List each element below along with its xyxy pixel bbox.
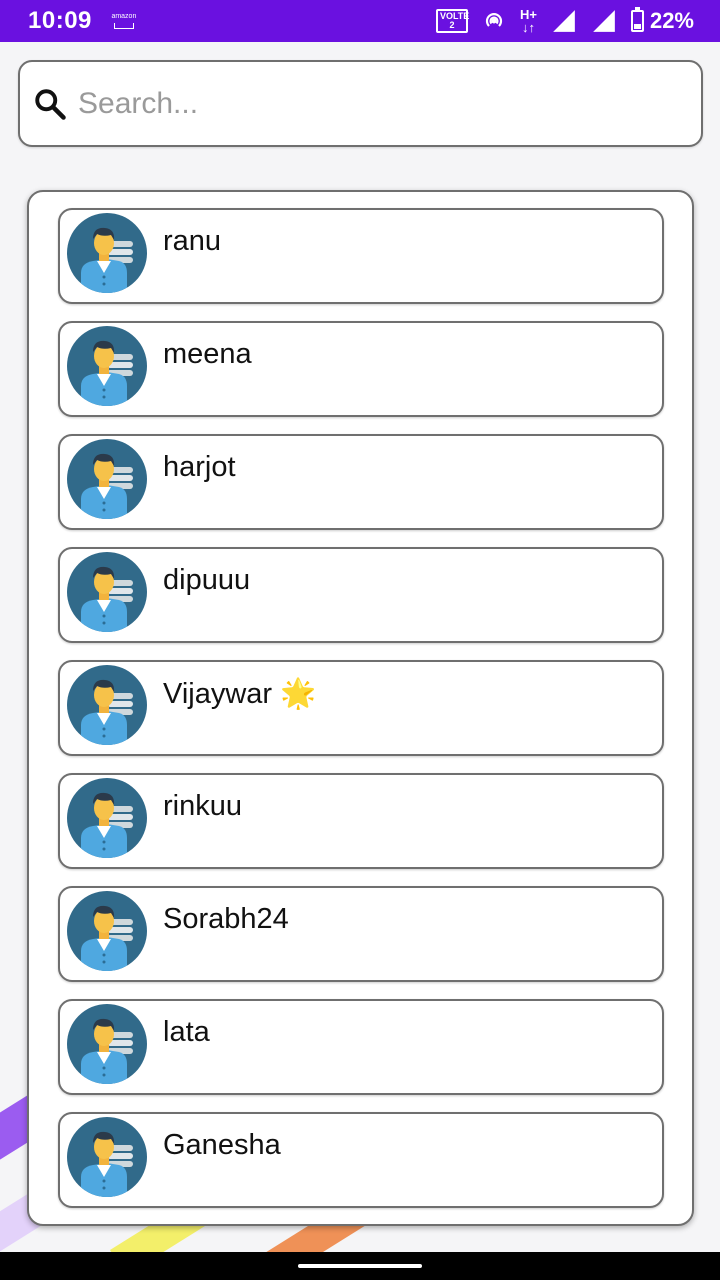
contact-list-item[interactable]: rinkuu (58, 773, 664, 869)
home-indicator[interactable] (298, 1264, 422, 1268)
volte-icon: VOLTE 2 (435, 9, 469, 33)
contact-list-item[interactable]: Sorabh24 (58, 886, 664, 982)
contact-list-item[interactable]: ranu (58, 208, 664, 304)
contact-list-card[interactable]: ranu meena harjot dipuuu Vijaywar 🌟 rinkuu Sor… (27, 190, 694, 1226)
volte-sim: 2 (449, 20, 455, 30)
status-time: 10:09 (28, 7, 92, 34)
contact-name: dipuuu (163, 564, 251, 596)
contact-list-item[interactable]: Vijaywar 🌟 (58, 660, 664, 756)
avatar (67, 778, 147, 858)
battery-icon (630, 7, 644, 32)
network-type-icon: H+ ↓↑ (520, 8, 537, 34)
contact-name: harjot (163, 451, 236, 483)
signal-icon-sim2 (593, 10, 615, 32)
contact-name: Ganesha (163, 1129, 281, 1161)
amazon-label: amazon (111, 13, 137, 20)
status-icons: VOLTE 2 H+ ↓↑ 22% (435, 7, 694, 34)
person-avatar-icon (81, 679, 133, 745)
amazon-notification-icon: amazon (110, 10, 138, 32)
contact-list-item[interactable]: Ganesha (58, 1112, 664, 1208)
avatar (67, 213, 147, 293)
person-avatar-icon (81, 453, 133, 519)
navigation-bar (0, 1252, 720, 1280)
battery-status: 22% (630, 7, 694, 34)
person-avatar-icon (81, 792, 133, 858)
avatar (67, 439, 147, 519)
person-avatar-icon (81, 905, 133, 971)
contact-name: ranu (163, 225, 222, 257)
cart-icon (113, 23, 134, 29)
contact-list-item[interactable]: meena (58, 321, 664, 417)
person-avatar-icon (81, 227, 133, 293)
contact-list-item[interactable]: harjot (58, 434, 664, 530)
avatar (67, 665, 147, 745)
search-icon (35, 88, 66, 120)
contact-name: Sorabh24 (163, 903, 289, 935)
data-arrows-icon: ↓↑ (521, 20, 535, 35)
contact-name: Vijaywar 🌟 (163, 678, 317, 710)
contact-name: rinkuu (163, 790, 242, 822)
person-avatar-icon (81, 340, 133, 406)
contact-list-item[interactable]: dipuuu (58, 547, 664, 643)
signal-icon-sim1 (553, 10, 575, 32)
search-input[interactable] (78, 86, 658, 121)
avatar (67, 1004, 147, 1084)
avatar (67, 326, 147, 406)
contact-list-item[interactable]: lata (58, 999, 664, 1095)
hotspot-icon (485, 13, 502, 27)
person-avatar-icon (81, 566, 133, 632)
contact-name: meena (163, 338, 252, 370)
avatar (67, 1117, 147, 1197)
avatar (67, 891, 147, 971)
battery-percent: 22% (649, 8, 694, 33)
status-bar: 10:09 amazon VOLTE 2 H+ ↓↑ 22% (0, 0, 720, 42)
person-avatar-icon (81, 1018, 133, 1084)
person-avatar-icon (81, 1131, 133, 1197)
contact-list: ranu meena harjot dipuuu Vijaywar 🌟 rinkuu Sor… (58, 208, 664, 1224)
contact-name: lata (163, 1016, 210, 1048)
search-box[interactable] (18, 60, 703, 147)
avatar (67, 552, 147, 632)
